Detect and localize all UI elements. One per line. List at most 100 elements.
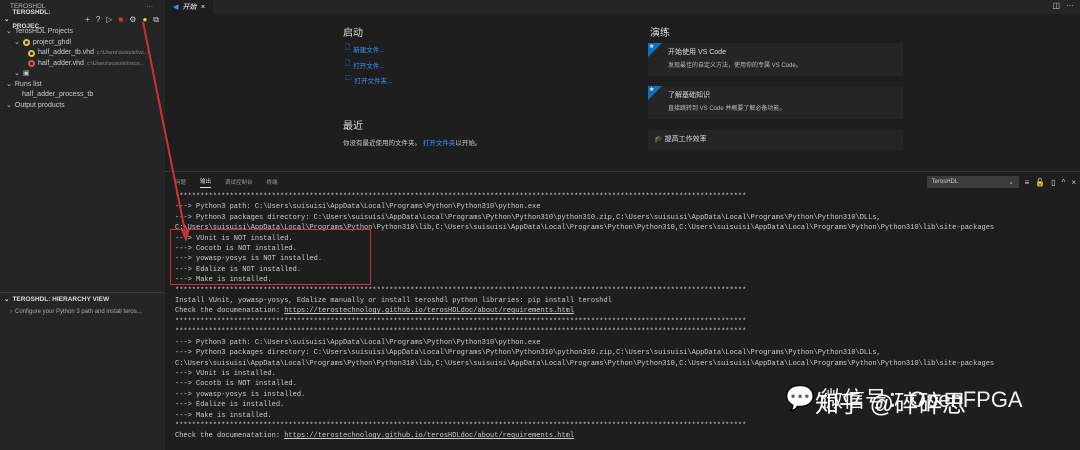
chevron-down-icon: ⌄ — [14, 70, 20, 77]
recent-message: 你没有最近使用的文件夹。 — [343, 140, 421, 147]
tree-label: TerosHDL Projects — [14, 28, 73, 35]
tree-desc: c:\Users\suisuisi\vs... — [97, 50, 149, 56]
link-label: 打开文件... — [353, 62, 385, 70]
chevron-down-icon: ⌄ — [14, 38, 20, 46]
tree-item-save[interactable]: ⌄ ▣ — [0, 69, 165, 80]
tree-label: Runs list — [14, 80, 42, 88]
chevron-down-icon: ⌄ — [6, 28, 12, 35]
tab-debug-console[interactable]: 调试控制台 — [225, 178, 253, 186]
chevron-down-icon: ⌄ — [1008, 179, 1014, 186]
walkthrough-card[interactable]: ★ 开始使用 VS Code 发现最佳的自定义方法，使用你的专属 VS Code。 — [648, 43, 903, 76]
lock-icon[interactable]: 🔓 — [1035, 178, 1045, 187]
tab-bar: ◀ 开始 × — [165, 0, 1080, 14]
link-label: 新建文件... — [353, 46, 385, 54]
editor: ◀ 开始 × ◫ ··· 启动 🗋 新建文件... 🗋 打开文件... 🗀 打开文件夹...… — [165, 0, 1080, 170]
star-icon: ★ — [648, 86, 662, 100]
tree-label: half_adder_tb.vhd — [38, 49, 95, 56]
output-line: C:\Users\suisuisi\AppData\Local\Programs… — [175, 359, 995, 368]
annotation-box — [170, 229, 371, 285]
split-editor-icon[interactable]: ◫ — [1052, 1, 1060, 10]
output-line: ****************************************… — [175, 193, 747, 201]
output-line: ****************************************… — [175, 317, 747, 326]
output-line: ---> VUnit is installed. — [175, 369, 276, 378]
tree-item-file[interactable]: half_adder.vhd c:\Users\suisuisi\vsco... — [0, 59, 165, 70]
new-file-link[interactable]: 🗋 新建文件... — [345, 43, 385, 54]
hierarchy-message[interactable]: › Configure your Python 3 path and instal… — [0, 307, 165, 318]
start-heading: 启动 — [343, 28, 363, 39]
tree-item-runs[interactable]: ⌄ Runs list — [0, 80, 165, 91]
tab-welcome[interactable]: ◀ 开始 × — [165, 0, 213, 14]
maximize-icon[interactable]: ^ — [1062, 178, 1066, 187]
graduation-cap-icon: 🎓 — [654, 136, 663, 143]
open-folder-link[interactable]: 🗀 打开文件夹... — [345, 74, 392, 85]
card-title: 了解基础知识 — [668, 92, 710, 99]
tree-item-file[interactable]: half_adder_tb.vhd c:\Users\suisuisi\vs... — [0, 48, 165, 59]
recent-heading: 最近 — [343, 121, 363, 132]
tree-label: project_ghdl — [32, 38, 72, 46]
hierarchy-section-header[interactable]: ⌄ TEROSHDL: HIERARCHY VIEW — [0, 293, 165, 307]
tab-output[interactable]: 输出 — [200, 177, 212, 188]
card-title: 开始使用 VS Code — [668, 49, 726, 56]
project-icon — [22, 39, 30, 47]
tab-label: 开始 — [182, 4, 197, 11]
card-subtitle: 直接跳转到 VS Code 并概要了解必备功能。 — [668, 106, 786, 112]
tree-label: Output products — [14, 101, 65, 109]
documentation-link[interactable]: https://terostechnology.github.io/terosH… — [284, 431, 574, 441]
tab-terminal[interactable]: 终端 — [267, 178, 278, 186]
gear-icon[interactable]: ⚙ — [129, 13, 136, 27]
tree-label: half_adder.vhd — [38, 59, 84, 67]
copy-icon[interactable]: ▯ — [1051, 178, 1055, 187]
section-title: TEROSHDL: HIERARCHY VIEW — [12, 296, 110, 303]
chevron-right-icon: › — [10, 309, 12, 315]
close-icon[interactable]: × — [201, 4, 205, 11]
tree-item-run[interactable]: half_adder_process_tb — [0, 90, 165, 101]
tree-label: half_adder_process_tb — [22, 91, 94, 98]
collapse-all-icon[interactable]: ⧉ — [153, 13, 159, 27]
tree-desc: c:\Users\suisuisi\vsco... — [86, 60, 145, 67]
open-file-link[interactable]: 🗋 打开文件... — [345, 59, 385, 70]
save-icon: ▣ — [22, 70, 30, 77]
link-label: 打开文件夹... — [354, 77, 393, 85]
wechat-icon: 💬 — [785, 384, 815, 412]
vscode-icon: ◀ — [173, 4, 179, 11]
chevron-right-icon: ⌄ — [6, 101, 12, 109]
documentation-link[interactable]: https://terostechnology.github.io/terosH… — [284, 306, 574, 316]
tree-item-projects[interactable]: ⌄ TerosHDL Projects — [0, 27, 165, 38]
sidebar: TEROSHDL ··· ⌄ TEROSHDL: PROJEC... + ? ▷ ■… — [0, 0, 165, 450]
run-icon[interactable]: ▷ — [106, 13, 112, 27]
star-icon: ★ — [648, 43, 662, 57]
walkthroughs-heading: 演练 — [650, 28, 670, 39]
output-line: ****************************************… — [175, 328, 747, 337]
output-line: ****************************************… — [175, 421, 747, 430]
close-icon[interactable]: × — [1071, 178, 1076, 187]
tree-item-project[interactable]: ⌄ project_ghdl — [0, 38, 165, 49]
recent-suffix: 以开始。 — [455, 140, 482, 147]
more-icon[interactable]: ··· — [147, 0, 154, 13]
walkthrough-card[interactable]: ★ 了解基础知识直接跳转到 VS Code 并概要了解必备功能。 — [648, 86, 903, 119]
watermark-zhihu: 知乎 @碎碎思 — [815, 391, 967, 418]
clear-output-icon[interactable]: ≡ — [1025, 178, 1030, 187]
output-line: ---> Python3 path: C:\Users\suisuisi\App… — [175, 203, 541, 212]
add-icon[interactable]: + — [85, 13, 90, 27]
tab-problems[interactable]: 问题 — [175, 178, 186, 186]
walkthrough-card[interactable]: 🎓 提高工作效率 — [648, 130, 903, 150]
output-line: ---> Python3 path: C:\Users\suisuisi\App… — [175, 338, 541, 347]
toplevel-icon — [28, 49, 35, 57]
more-icon[interactable]: ··· — [1066, 1, 1074, 10]
help-icon[interactable]: ? — [96, 13, 100, 27]
watermark: 💬 微信号：OpenFPGA 知乎 @碎碎思 — [785, 382, 1023, 419]
output-line: Install VUnit, yowasp-yosys, Edalize man… — [175, 297, 612, 306]
output-line: Check the documenatation: — [175, 432, 285, 441]
open-folder-link[interactable]: 打开文件夹 — [423, 140, 456, 147]
output-channel-select[interactable]: TerosHDL ⌄ — [926, 176, 1019, 188]
open-file-icon: 🗋 — [345, 60, 351, 67]
lightbulb-icon[interactable]: ● — [142, 13, 147, 27]
new-file-icon: 🗋 — [345, 44, 351, 51]
output-line: ---> Python3 packages directory: C:\User… — [175, 213, 881, 222]
chevron-down-icon: ⌄ — [4, 16, 10, 23]
project-section-header[interactable]: ⌄ TEROSHDL: PROJEC... + ? ▷ ■ ⚙ ● ⧉ — [0, 9, 165, 30]
card-title: 提高工作效率 — [664, 136, 707, 143]
vhdl-file-icon — [28, 60, 35, 68]
tree-item-output[interactable]: ⌄ Output products — [0, 101, 165, 112]
stop-icon[interactable]: ■ — [118, 13, 123, 27]
